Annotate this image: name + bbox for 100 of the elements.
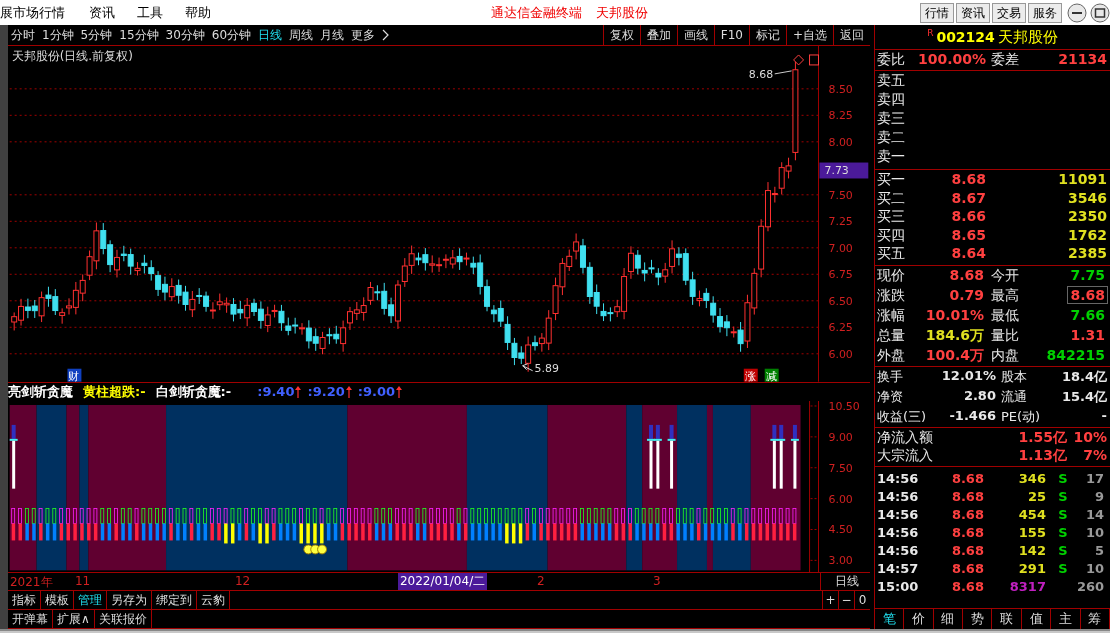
panel-tab[interactable]: 势 xyxy=(963,609,993,629)
field-label: 委差 xyxy=(989,51,1020,69)
low-price-label: 5.89 xyxy=(534,361,559,375)
field-label: 净资 xyxy=(875,387,904,406)
field-value: 10.01% xyxy=(924,306,985,323)
legend-text: 亮剑斩贪魔 xyxy=(7,382,73,401)
panel-tab[interactable]: 价 xyxy=(904,609,934,629)
ask-label: 卖四 xyxy=(875,91,906,108)
period-tab[interactable]: 月线 xyxy=(320,26,345,44)
trade-time: 14:56 xyxy=(876,542,920,560)
tick-mark xyxy=(810,405,819,407)
flow-percent: 7% xyxy=(1082,446,1108,465)
tick-mark xyxy=(810,436,819,438)
period-tab[interactable]: 周线 xyxy=(289,26,314,44)
period-tab[interactable]: 日线 xyxy=(258,26,283,44)
panel-tab[interactable]: 联 xyxy=(992,609,1022,629)
flow-label: 净流入额 xyxy=(875,428,934,447)
bid-label: 买三 xyxy=(875,208,906,226)
tick-mark xyxy=(810,528,819,530)
panel-tab[interactable]: 细 xyxy=(933,609,964,629)
trade-count: 10 xyxy=(1084,560,1105,578)
axis-label: 7.00 xyxy=(828,241,853,255)
bid-volume: 2385 xyxy=(1067,245,1108,263)
stock-name: 天邦股份 xyxy=(997,27,1058,47)
menu-button[interactable]: 资讯 xyxy=(956,2,990,23)
menu-button[interactable]: 服务 xyxy=(1028,2,1062,23)
field-value: 184.6万 xyxy=(924,326,985,343)
bid-volume: 1762 xyxy=(1067,226,1108,245)
trade-volume: 291 xyxy=(1017,560,1047,578)
menu-item[interactable]: 展市场行情 xyxy=(0,3,65,22)
badge: 减 xyxy=(764,368,779,382)
trade-price: 8.68 xyxy=(950,506,985,524)
diamond-icon[interactable] xyxy=(793,54,805,66)
axis-label: 6.50 xyxy=(828,294,853,308)
axis-label: 7.50 xyxy=(828,188,853,202)
field-value: 8.68 xyxy=(948,266,985,283)
menu-item[interactable]: 帮助 xyxy=(185,3,211,22)
tick-mark xyxy=(810,497,819,499)
period-tab[interactable]: 60分钟 xyxy=(211,26,252,44)
menu-item[interactable]: 工具 xyxy=(137,3,163,22)
legend-text: 黄柱超跌:- xyxy=(82,382,146,401)
trade-side: S xyxy=(1058,560,1068,576)
period-tab[interactable]: 分时 xyxy=(10,26,35,44)
bid-label: 买二 xyxy=(875,189,906,208)
period-label: 日线 xyxy=(834,573,859,590)
menu-item[interactable]: 资讯 xyxy=(89,3,115,22)
app-title: 通达信金融终端 xyxy=(491,3,582,22)
trade-price: 8.68 xyxy=(950,542,985,560)
field-label: 换手 xyxy=(875,367,904,386)
chevron-right-icon[interactable] xyxy=(381,29,390,41)
axis-label: 3.00 xyxy=(828,554,853,568)
minimize-icon[interactable] xyxy=(1067,2,1087,23)
field-label: 现价 xyxy=(875,266,906,285)
field-value: 12.01% xyxy=(940,367,997,385)
trade-count: 10 xyxy=(1084,524,1105,542)
axis-label: 6.75 xyxy=(828,268,853,282)
period-tab[interactable]: 30分钟 xyxy=(165,26,205,44)
field-value: 7.75 xyxy=(1069,266,1106,283)
field-value: 100.00% xyxy=(916,51,987,69)
field-value: 100.4万 xyxy=(924,346,985,363)
trade-time: 14:56 xyxy=(876,470,920,488)
flow-label: 大宗流入 xyxy=(875,446,934,465)
flag-text: R xyxy=(927,28,934,38)
field-value: -1.466 xyxy=(948,407,997,425)
field-label: 涨跌 xyxy=(875,286,906,305)
field-label: 内盘 xyxy=(989,346,1020,365)
trade-volume: 25 xyxy=(1026,488,1047,506)
period-tab[interactable]: 更多 xyxy=(351,26,376,44)
maximize-icon[interactable] xyxy=(1090,2,1110,23)
price-tag-background xyxy=(819,162,869,179)
menu-button[interactable]: 行情 xyxy=(920,2,954,23)
menu-button[interactable]: 交易 xyxy=(992,2,1026,23)
trade-volume: 155 xyxy=(1017,524,1047,542)
trade-volume: 346 xyxy=(1017,470,1047,488)
ask-label: 卖二 xyxy=(875,129,906,146)
field-label: 委比 xyxy=(875,51,906,69)
bid-price: 8.64 xyxy=(950,245,987,263)
trade-time: 14:57 xyxy=(876,560,920,578)
zoom-button[interactable]: + xyxy=(821,591,838,609)
badge: 财 xyxy=(67,368,82,382)
panel-tab[interactable]: 值 xyxy=(1021,609,1052,629)
trade-side: S xyxy=(1058,506,1068,522)
date-label: 12 xyxy=(234,574,251,588)
current-price-label: 7.73 xyxy=(824,164,849,178)
bid-price: 8.66 xyxy=(950,208,987,226)
square-icon[interactable] xyxy=(809,54,819,66)
trade-count: 14 xyxy=(1084,506,1105,524)
field-label: PE(动) xyxy=(999,407,1042,426)
axis-label: 8.25 xyxy=(828,109,853,123)
period-tab[interactable]: 5分钟 xyxy=(80,26,113,44)
panel-tab[interactable]: 笔 xyxy=(874,609,905,629)
trade-price: 8.68 xyxy=(950,560,985,578)
panel-tab[interactable]: 主 xyxy=(1051,609,1081,629)
trade-price: 8.68 xyxy=(950,578,985,596)
period-tab[interactable]: 1分钟 xyxy=(41,26,74,44)
panel-tab[interactable]: 筹 xyxy=(1080,609,1110,629)
bid-volume: 3546 xyxy=(1067,189,1108,208)
bid-label: 买一 xyxy=(875,171,906,189)
period-tab[interactable]: 15分钟 xyxy=(119,26,159,44)
up-arrow-icon xyxy=(396,385,403,398)
